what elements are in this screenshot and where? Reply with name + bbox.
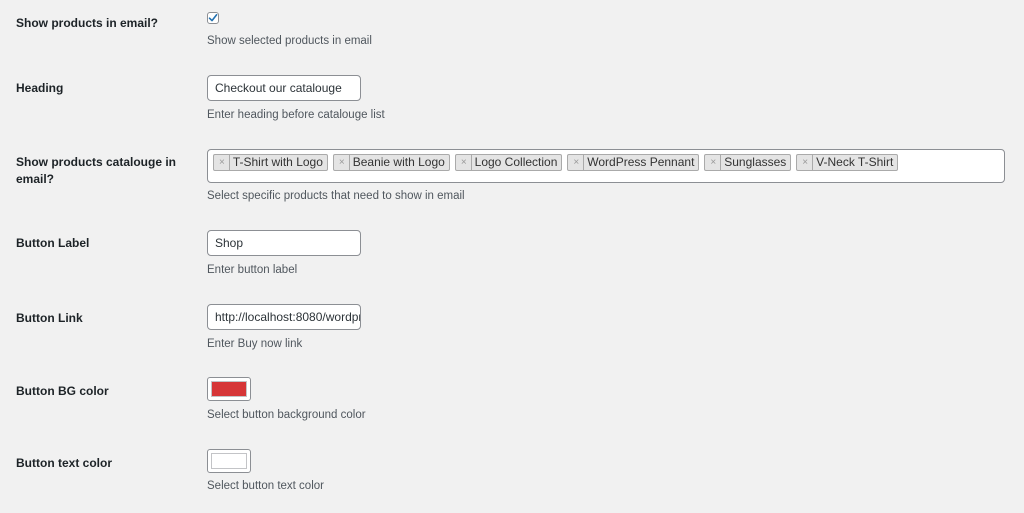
product-chip-label: Logo Collection bbox=[474, 155, 558, 169]
button-label-field: Shop bbox=[207, 230, 361, 256]
product-chip: × Beanie with Logo bbox=[332, 154, 450, 171]
product-chip: × Sunglasses bbox=[704, 154, 792, 171]
remove-chip-icon[interactable]: × bbox=[456, 155, 472, 170]
button-link-field: http://localhost:8080/wordpress bbox=[207, 304, 361, 330]
product-chip: × T-Shirt with Logo bbox=[213, 154, 328, 171]
checkmark-icon bbox=[208, 14, 218, 22]
product-chip-label: T-Shirt with Logo bbox=[232, 155, 323, 169]
show-products-field bbox=[207, 12, 219, 24]
button-link-description: Enter Buy now link bbox=[207, 338, 303, 350]
catalogue-description: Select specific products that need to sh… bbox=[207, 190, 465, 202]
button-link-label: Button Link bbox=[16, 311, 83, 325]
button-label-description: Enter button label bbox=[207, 264, 298, 276]
products-multiselect[interactable]: × T-Shirt with Logo × Beanie with Logo × Logo… bbox=[207, 149, 1005, 183]
button-bg-color-label: Button BG color bbox=[16, 384, 109, 398]
show-products-label: Show products in email? bbox=[16, 16, 159, 30]
remove-chip-icon[interactable]: × bbox=[797, 155, 814, 170]
bg-color-swatch bbox=[211, 381, 247, 397]
button-label-label: Button Label bbox=[16, 236, 90, 250]
remove-chip-icon[interactable]: × bbox=[214, 155, 230, 170]
button-text-color-description: Select button text color bbox=[207, 480, 324, 492]
product-chip-label: V-Neck T-Shirt bbox=[816, 155, 894, 169]
heading-label: Heading bbox=[16, 81, 64, 95]
product-chip-label: WordPress Pennant bbox=[587, 155, 695, 169]
product-chip: × WordPress Pennant bbox=[567, 154, 700, 171]
remove-chip-icon[interactable]: × bbox=[568, 155, 585, 170]
product-chip-label: Beanie with Logo bbox=[352, 155, 445, 169]
catalogue-label: Show products catalouge in email? bbox=[16, 155, 177, 186]
button-bg-color-description: Select button background color bbox=[207, 409, 366, 421]
remove-chip-icon[interactable]: × bbox=[705, 155, 722, 170]
heading-input[interactable]: Checkout our catalouge bbox=[207, 75, 361, 101]
heading-description: Enter heading before catalouge list bbox=[207, 109, 385, 121]
button-text-color-field bbox=[207, 449, 251, 473]
button-text-color-label: Button text color bbox=[16, 456, 112, 470]
show-products-description: Show selected products in email bbox=[207, 35, 372, 47]
button-bg-color-field bbox=[207, 377, 251, 401]
product-chip-label: Sunglasses bbox=[724, 155, 787, 169]
product-chip: × Logo Collection bbox=[454, 154, 563, 171]
button-link-input[interactable]: http://localhost:8080/wordpress bbox=[207, 304, 361, 330]
email-settings-form: Show products in email? Show selected pr… bbox=[0, 0, 1024, 513]
remove-chip-icon[interactable]: × bbox=[334, 155, 350, 170]
product-chip: × V-Neck T-Shirt bbox=[796, 154, 899, 171]
text-color-picker-button[interactable] bbox=[207, 449, 251, 473]
heading-field: Checkout our catalouge bbox=[207, 75, 361, 101]
show-products-checkbox[interactable] bbox=[207, 12, 219, 24]
catalogue-field: × T-Shirt with Logo × Beanie with Logo × Logo… bbox=[207, 149, 1005, 183]
button-label-input[interactable]: Shop bbox=[207, 230, 361, 256]
text-color-swatch bbox=[211, 453, 247, 469]
bg-color-picker-button[interactable] bbox=[207, 377, 251, 401]
